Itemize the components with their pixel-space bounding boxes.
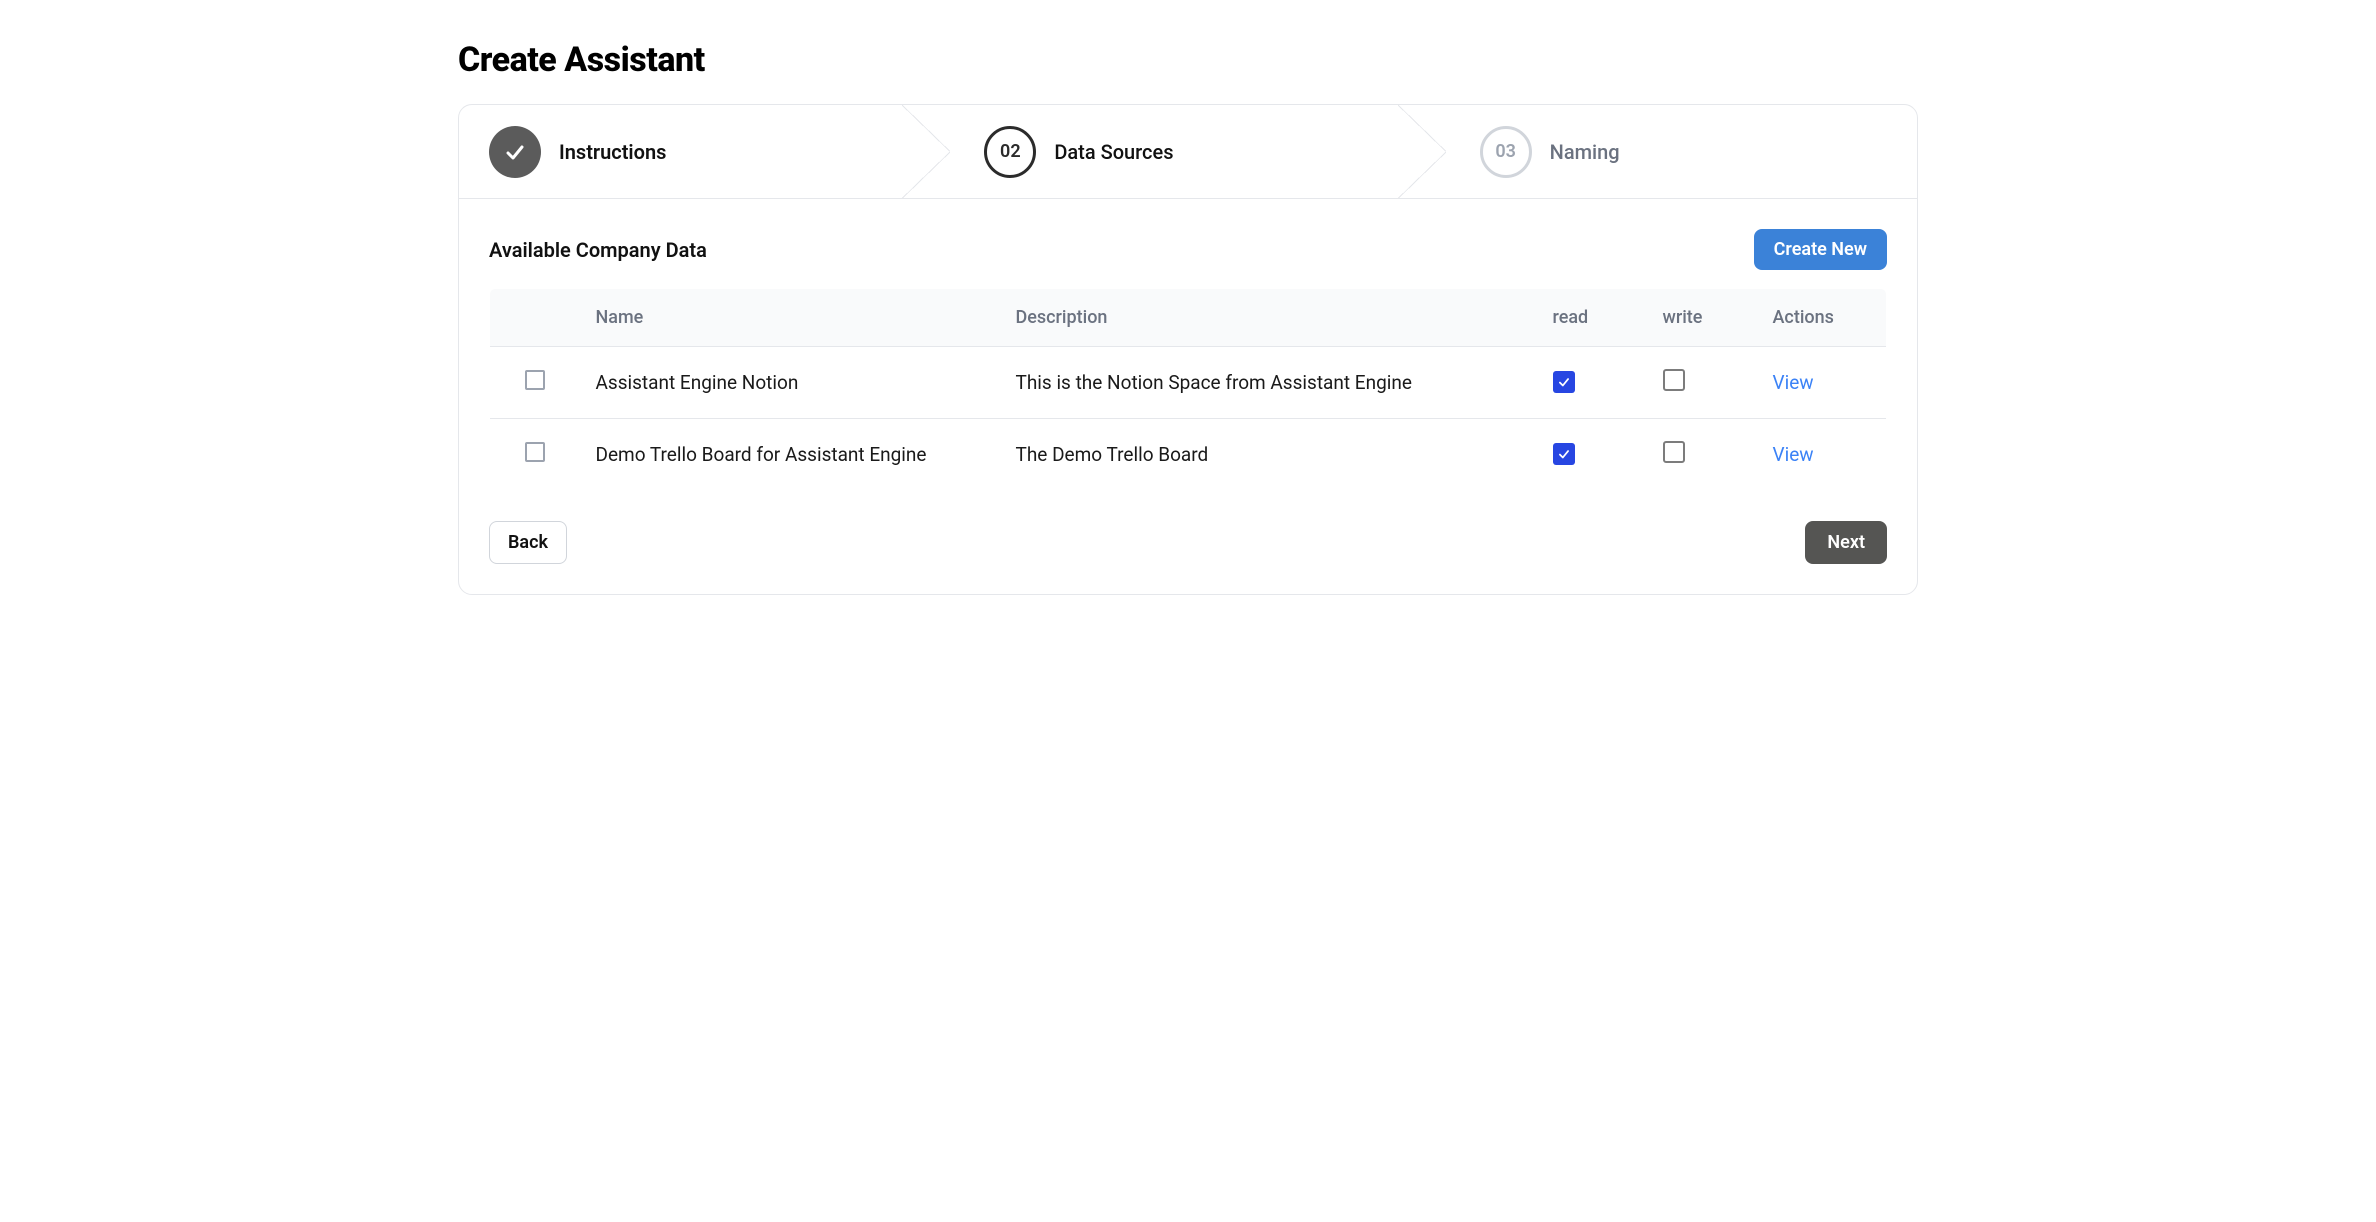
check-icon — [503, 140, 527, 164]
step-label: Instructions — [559, 140, 666, 164]
view-link[interactable]: View — [1773, 371, 1814, 394]
row-select-checkbox[interactable] — [525, 370, 545, 390]
col-header-select — [490, 289, 580, 347]
row-description: This is the Notion Space from Assistant … — [1000, 347, 1537, 419]
wizard-footer: Back Next — [489, 521, 1887, 564]
back-button[interactable]: Back — [489, 521, 567, 564]
row-select-checkbox[interactable] — [525, 442, 545, 462]
col-header-read: read — [1537, 289, 1647, 347]
step-label: Data Sources — [1054, 140, 1173, 164]
data-sources-table: Name Description read write Actions Assi… — [489, 288, 1887, 491]
write-checkbox[interactable] — [1663, 369, 1685, 391]
page-title: Create Assistant — [458, 40, 1918, 80]
next-button[interactable]: Next — [1805, 521, 1887, 564]
section-title: Available Company Data — [489, 238, 707, 262]
create-new-button[interactable]: Create New — [1754, 229, 1887, 270]
check-icon — [1557, 375, 1571, 389]
col-header-name: Name — [580, 289, 1000, 347]
check-icon — [1557, 447, 1571, 461]
row-description: The Demo Trello Board — [1000, 419, 1537, 491]
read-checkbox[interactable] — [1553, 371, 1575, 393]
wizard-card: Instructions 02 Data Sources 03 Naming A… — [458, 104, 1918, 595]
content-area: Available Company Data Create New Name D… — [459, 199, 1917, 594]
write-checkbox[interactable] — [1663, 441, 1685, 463]
col-header-write: write — [1647, 289, 1757, 347]
step-instructions[interactable]: Instructions — [459, 105, 926, 198]
step-naming[interactable]: 03 Naming — [1422, 105, 1917, 198]
step-circle-done — [489, 126, 541, 178]
table-row: Demo Trello Board for Assistant Engine T… — [490, 419, 1887, 491]
col-header-description: Description — [1000, 289, 1537, 347]
stepper: Instructions 02 Data Sources 03 Naming — [459, 105, 1917, 199]
step-data-sources[interactable]: 02 Data Sources — [926, 105, 1421, 198]
step-circle-upcoming: 03 — [1480, 126, 1532, 178]
row-name: Demo Trello Board for Assistant Engine — [580, 419, 1000, 491]
step-circle-current: 02 — [984, 126, 1036, 178]
section-header: Available Company Data Create New — [489, 229, 1887, 270]
view-link[interactable]: View — [1773, 443, 1814, 466]
read-checkbox[interactable] — [1553, 443, 1575, 465]
table-row: Assistant Engine Notion This is the Noti… — [490, 347, 1887, 419]
row-name: Assistant Engine Notion — [580, 347, 1000, 419]
col-header-actions: Actions — [1757, 289, 1887, 347]
step-label: Naming — [1550, 140, 1620, 164]
table-body: Assistant Engine Notion This is the Noti… — [490, 347, 1887, 491]
